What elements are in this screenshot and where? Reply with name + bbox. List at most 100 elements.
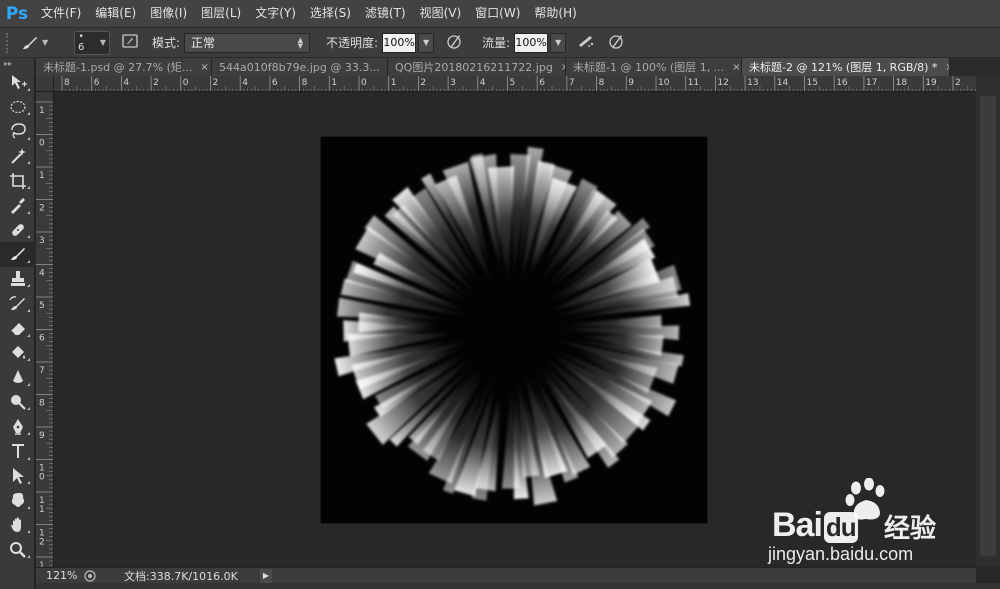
flow-label: 流量: bbox=[482, 36, 511, 50]
type-tool-button[interactable] bbox=[0, 439, 35, 464]
brush-icon bbox=[20, 33, 40, 53]
document-tab-active[interactable]: 未标题-2 @ 121% (图层 1, RGB/8) * × bbox=[742, 58, 950, 76]
zoom-level[interactable]: 121% bbox=[36, 569, 82, 582]
magic-wand-tool-button[interactable] bbox=[0, 144, 35, 169]
zoom-tool-button[interactable] bbox=[0, 537, 35, 562]
lasso-tool-button[interactable] bbox=[0, 119, 35, 144]
chevron-down-icon: ▼ bbox=[99, 38, 106, 47]
menu-file[interactable]: 文件(F) bbox=[34, 0, 88, 27]
options-grip[interactable] bbox=[6, 32, 12, 53]
tab-label: 544a010f8b79e.jpg @ 33.3... bbox=[219, 60, 380, 74]
document-canvas[interactable] bbox=[321, 137, 707, 523]
menu-help[interactable]: 帮助(H) bbox=[527, 0, 583, 27]
crop-tool-button[interactable] bbox=[0, 168, 35, 193]
mode-select[interactable]: 正常 ▲ ▼ bbox=[184, 32, 311, 53]
menu-view[interactable]: 视图(V) bbox=[413, 0, 469, 27]
flyout-indicator bbox=[27, 505, 30, 509]
tab-label: QQ图片20180216211722.jpg bbox=[395, 61, 553, 74]
watermark-url: jingyan.baidu.com bbox=[768, 544, 914, 564]
ruler-label: 15 bbox=[807, 78, 818, 88]
ruler-label: 12 bbox=[717, 78, 728, 88]
ruler-label: 6 bbox=[94, 78, 100, 88]
brush-tool-button[interactable] bbox=[0, 242, 35, 267]
airbrush-toggle[interactable] bbox=[576, 33, 596, 53]
ruler-label: 8 bbox=[64, 78, 70, 88]
ruler-label: 3 bbox=[39, 236, 45, 246]
vertical-ruler[interactable]: 1012345678910111213 bbox=[36, 92, 54, 567]
menu-edit[interactable]: 编辑(E) bbox=[88, 0, 143, 27]
eraser-tool-button[interactable] bbox=[0, 316, 35, 341]
menu-image[interactable]: 图像(I) bbox=[143, 0, 194, 27]
menu-layer[interactable]: 图层(L) bbox=[194, 0, 248, 27]
pressure-size-toggle[interactable] bbox=[606, 33, 626, 53]
status-info-icon[interactable] bbox=[82, 569, 98, 583]
move-tool-button[interactable] bbox=[0, 70, 35, 95]
pen-tool-button[interactable] bbox=[0, 414, 35, 439]
close-icon[interactable]: × bbox=[732, 62, 740, 73]
crop-tool-icon bbox=[8, 171, 28, 191]
flyout-indicator bbox=[27, 308, 30, 312]
flow-field[interactable]: 100% bbox=[514, 32, 549, 53]
paint-bucket-tool-button[interactable] bbox=[0, 341, 35, 366]
ruler-label: 2 bbox=[153, 78, 159, 88]
ruler-label: 9 bbox=[39, 431, 45, 441]
flyout-indicator bbox=[27, 333, 30, 337]
hand-tool-button[interactable] bbox=[0, 513, 35, 538]
chevron-down-icon: ▼ bbox=[423, 38, 430, 47]
eyedropper-tool-button[interactable] bbox=[0, 193, 35, 218]
ruler-origin[interactable] bbox=[36, 76, 54, 92]
path-selection-tool-button[interactable] bbox=[0, 464, 35, 489]
chevron-down-icon: ▼ bbox=[42, 38, 49, 47]
ruler-label: 19 bbox=[925, 78, 937, 88]
ruler-label: 16 bbox=[836, 78, 848, 88]
document-tab[interactable]: 未标题-1 @ 100% (图层 1, ... × bbox=[566, 58, 742, 76]
ruler-label: 7 bbox=[39, 366, 45, 376]
document-tab[interactable]: 未标题-1.psd @ 27.7% (矩... × bbox=[36, 58, 212, 76]
tab-label: 未标题-2 @ 121% (图层 1, RGB/8) * bbox=[749, 61, 938, 74]
clone-stamp-tool-button[interactable] bbox=[0, 267, 35, 292]
ruler-label: 10 bbox=[658, 78, 670, 88]
tab-label: 未标题-1.psd @ 27.7% (矩... bbox=[43, 61, 193, 74]
menu-type[interactable]: 文字(Y) bbox=[248, 0, 303, 27]
elliptical-marquee-tool-icon bbox=[8, 97, 28, 117]
custom-shape-tool-button[interactable] bbox=[0, 488, 35, 513]
eraser-tool-icon bbox=[8, 318, 28, 338]
flyout-indicator bbox=[27, 554, 30, 558]
bottom-panel-strip bbox=[36, 583, 1000, 589]
flyout-indicator bbox=[27, 161, 30, 165]
flyout-indicator bbox=[27, 407, 30, 411]
status-menu-arrow[interactable]: ▶ bbox=[260, 568, 272, 583]
tool-preset-picker[interactable]: ▼ bbox=[20, 31, 64, 55]
blur-tool-button[interactable] bbox=[0, 365, 35, 390]
menu-window[interactable]: 窗口(W) bbox=[468, 0, 527, 27]
flyout-indicator bbox=[27, 87, 30, 91]
dodge-tool-button[interactable] bbox=[0, 390, 35, 415]
ruler-label: 2 bbox=[420, 78, 426, 88]
menu-filter[interactable]: 滤镜(T) bbox=[358, 0, 413, 27]
ruler-label: 2 bbox=[955, 78, 961, 88]
lasso-tool-icon bbox=[8, 121, 28, 141]
close-icon[interactable]: × bbox=[945, 62, 949, 73]
flow-dropdown[interactable]: ▼ bbox=[550, 32, 567, 53]
collapse-icon[interactable]: ▸▸ bbox=[0, 58, 34, 70]
opacity-field[interactable]: 100% bbox=[382, 32, 417, 53]
brush-panel-toggle[interactable] bbox=[120, 33, 140, 53]
history-brush-tool-button[interactable] bbox=[0, 291, 35, 316]
menu-select[interactable]: 选择(S) bbox=[303, 0, 358, 27]
brush-size-picker[interactable]: • 6 ▼ bbox=[74, 30, 110, 55]
document-tab[interactable]: QQ图片20180216211722.jpg × bbox=[388, 58, 566, 76]
opacity-dropdown[interactable]: ▼ bbox=[418, 32, 435, 53]
flyout-indicator bbox=[27, 530, 30, 534]
elliptical-marquee-tool-button[interactable] bbox=[0, 95, 35, 120]
pressure-opacity-toggle[interactable] bbox=[444, 33, 464, 53]
chevron-down-icon: ▼ bbox=[555, 38, 562, 47]
menu-bar: Ps 文件(F) 编辑(E) 图像(I) 图层(L) 文字(Y) 选择(S) 滤… bbox=[0, 0, 1000, 27]
document-tab[interactable]: 544a010f8b79e.jpg @ 33.3... × bbox=[212, 58, 388, 76]
horizontal-ruler[interactable]: 8 6 4 2 0 2 4 6 8 1 0 1 2 3 4 5 6 7 8 9 10 11 12 13 14 15 16 17 18 19… bbox=[54, 76, 976, 92]
ruler-label: 1 bbox=[331, 78, 337, 88]
close-icon[interactable]: × bbox=[200, 62, 208, 73]
flyout-indicator bbox=[27, 284, 30, 288]
flyout-indicator bbox=[27, 431, 30, 435]
healing-brush-tool-button[interactable] bbox=[0, 218, 35, 243]
ruler-label: 2 bbox=[39, 204, 45, 214]
